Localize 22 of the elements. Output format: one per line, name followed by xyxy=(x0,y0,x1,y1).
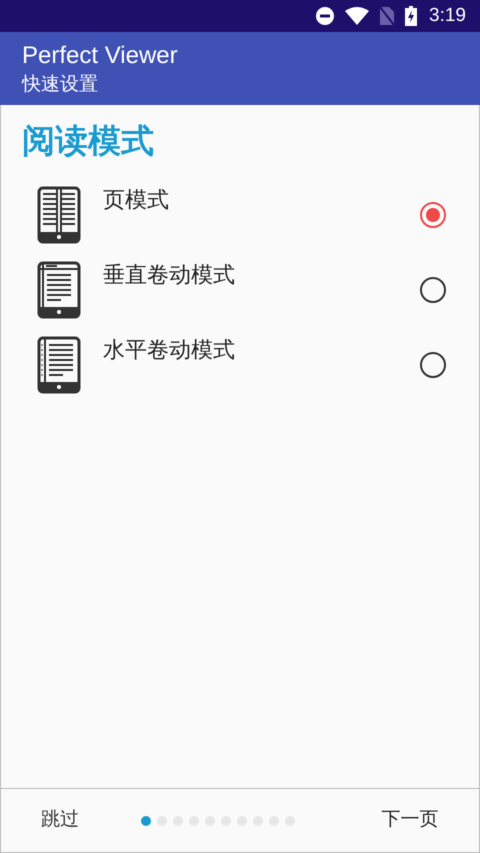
option-label: 水平卷动模式 xyxy=(103,336,235,364)
radio-button[interactable] xyxy=(420,276,446,302)
wifi-icon xyxy=(345,7,370,25)
vertical-scroll-icon xyxy=(37,260,81,318)
option-label: 页模式 xyxy=(103,186,169,214)
section-title: 阅读模式 xyxy=(22,121,155,161)
app-title: Perfect Viewer xyxy=(22,41,179,71)
radio-button[interactable] xyxy=(420,352,446,378)
skip-button[interactable]: 跳过 xyxy=(1,789,143,852)
horizontal-scroll-icon xyxy=(37,336,81,394)
radio-button[interactable] xyxy=(420,202,446,228)
reading-mode-option[interactable]: 垂直卷动模式 xyxy=(1,252,479,327)
option-label: 垂直卷动模式 xyxy=(103,261,235,289)
battery-charging-icon xyxy=(405,6,418,26)
next-button[interactable]: 下一页 xyxy=(359,789,479,852)
reading-mode-option[interactable]: 页模式 xyxy=(1,177,479,252)
clock-time: 3:19 xyxy=(429,4,466,28)
no-sim-icon xyxy=(379,6,396,26)
reading-mode-option[interactable]: 水平卷动模式 xyxy=(1,327,479,402)
do-not-disturb-icon xyxy=(315,6,336,26)
page-mode-icon xyxy=(37,186,81,244)
app-subtitle: 快速设置 xyxy=(22,73,99,97)
